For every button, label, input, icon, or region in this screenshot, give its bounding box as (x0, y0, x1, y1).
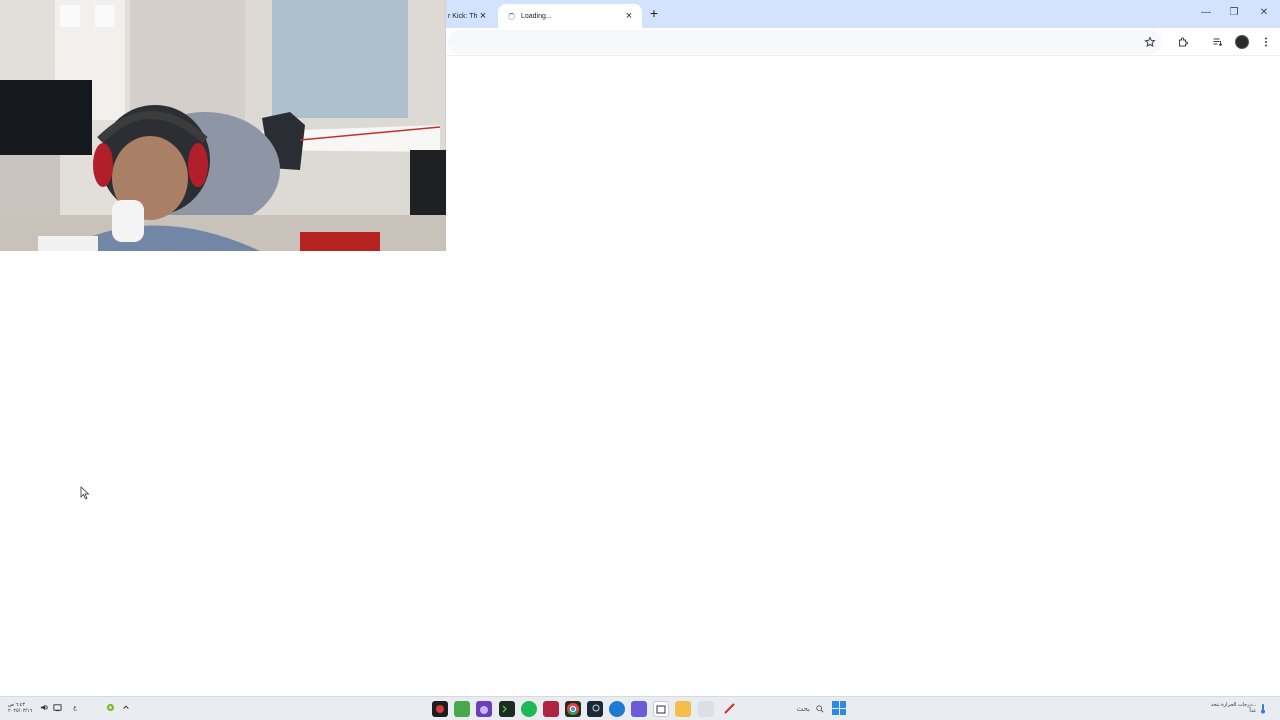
volume-icon[interactable] (39, 703, 49, 713)
tab-kick[interactable]: r Kick: Th × (440, 4, 496, 28)
terminal-icon[interactable] (499, 701, 515, 717)
restore-button[interactable]: ❐ (1224, 4, 1244, 22)
start-button[interactable] (832, 701, 846, 715)
new-tab-button[interactable]: + (646, 5, 662, 21)
search-icon (816, 705, 824, 713)
bookmark-star-icon[interactable] (1141, 33, 1159, 51)
clock[interactable]: ٦:٤٣ ص ٢٠٢٥/٠٣/١٦ (8, 702, 32, 714)
close-window-button[interactable]: ✕ (1254, 4, 1274, 22)
extensions-icon[interactable] (1174, 33, 1192, 51)
minimize-button[interactable]: — (1196, 4, 1216, 22)
weather-line-2: غداً (1249, 708, 1256, 714)
address-bar[interactable] (448, 30, 1162, 54)
close-icon[interactable]: × (622, 9, 636, 23)
spotify-icon[interactable] (521, 701, 537, 717)
weather-widget[interactable]: درجات الحرارة تتحد... غداً (1211, 702, 1256, 714)
thermometer-icon[interactable] (1258, 703, 1268, 714)
file-explorer-icon[interactable] (675, 701, 691, 717)
app-icon-violet[interactable] (631, 701, 647, 717)
clock-date: ٢٠٢٥/٠٣/١٦ (8, 708, 33, 714)
webcam-overlay (0, 0, 446, 251)
taskbar-search[interactable]: بحث (748, 700, 828, 718)
app-icon-record[interactable] (432, 701, 448, 717)
chrome-icon[interactable] (565, 701, 581, 717)
steam-icon[interactable] (587, 701, 603, 717)
app-icon-frog[interactable] (454, 701, 470, 717)
app-icon-brush[interactable] (722, 701, 738, 717)
app-icon-red[interactable] (543, 701, 559, 717)
calendar-icon[interactable] (653, 701, 669, 717)
tab-label: Loading... (521, 12, 552, 20)
notepad-icon[interactable] (698, 701, 714, 717)
tab-loading[interactable]: Loading... × (498, 4, 642, 28)
input-language-indicator[interactable]: ع (70, 703, 80, 713)
close-icon[interactable]: × (476, 9, 490, 23)
kebab-menu-icon[interactable] (1257, 33, 1275, 51)
search-placeholder: بحث (796, 706, 810, 713)
xbox-app-tray-icon[interactable] (105, 703, 115, 713)
mouse-cursor-icon (80, 486, 90, 500)
reading-list-icon[interactable] (1209, 33, 1227, 51)
chevron-up-icon[interactable] (121, 703, 131, 713)
windows-taskbar: ٦:٤٣ ص ٢٠٢٥/٠٣/١٦ ع بحث درجات الحرارة تت… (0, 696, 1280, 720)
network-icon[interactable] (52, 703, 62, 713)
edge-icon[interactable] (609, 701, 625, 717)
profile-avatar[interactable] (1233, 33, 1251, 51)
loading-spinner-icon (508, 12, 515, 20)
tab-label: r Kick: Th (448, 12, 478, 20)
app-icon-purple[interactable] (476, 701, 492, 717)
